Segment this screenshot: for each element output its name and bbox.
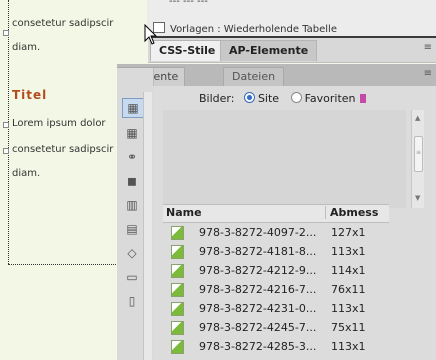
file-dims: 114x1 [331,264,366,277]
file-name: 978-3-8272-4231-0... [199,302,317,315]
strip-scrollbar[interactable] [143,92,152,360]
file-name: 978-3-8272-4097-2... [199,226,317,239]
file-name: 978-3-8272-4181-8... [199,245,317,258]
radio-site-label[interactable]: Site [258,92,279,105]
tab-dateien[interactable]: Dateien [223,67,285,86]
panel-top-strip: --- --- --- Vorlagen : Wiederholende Tab… [147,0,436,36]
scroll-thumb[interactable]: ≡ [414,136,423,172]
dotted-border-vertical [8,0,9,264]
script-icon[interactable]: ▤ [122,220,142,238]
image-file-icon [171,321,184,335]
flash-icon[interactable]: ◼ [122,172,142,190]
image-file-icon [171,302,184,316]
doc-text-line: diam. [12,168,41,179]
radio-favoriten-label[interactable]: Favoriten [305,92,356,105]
file-dims: 113x1 [331,340,366,353]
file-dims: 127x1 [331,226,366,239]
panel-menu-icon[interactable]: ≡ [424,68,432,79]
template-icon[interactable]: ▭ [122,268,142,286]
preview-scrollbar[interactable]: ▲ ≡ ▼ [411,110,424,208]
asset-file-table: Name Abmess 978-3-8272-4097-2... 127x1 97… [163,204,389,356]
file-dims: 113x1 [331,302,366,315]
grid-icon[interactable]: ▦ [122,124,142,142]
doc-heading: Titel [12,88,48,102]
table-header: Name Abmess [163,204,389,223]
link-icon[interactable]: ⚭ [122,148,142,166]
tab-css-stile[interactable]: CSS-Stile [150,40,225,61]
template-row-label: Vorlagen : Wiederholende Tabelle [170,24,337,35]
asset-preview [163,110,406,208]
file-dims: 76x11 [331,283,366,296]
image-file-icon [171,245,184,259]
doc-text-line: consetetur sadipscir [12,18,114,29]
table-row[interactable]: 978-3-8272-4231-0... 113x1 [163,299,389,318]
library-icon[interactable]: ◇ [122,244,142,262]
image-file-icon [171,226,184,240]
cut-off-row: --- --- --- [169,0,208,7]
scroll-up-icon[interactable]: ▲ [415,114,420,122]
table-handle[interactable] [3,122,9,128]
pointer-cursor-icon [144,24,158,45]
file-name: 978-3-8272-4285-3... [199,340,317,353]
table-row[interactable]: 978-3-8272-4181-8... 113x1 [163,242,389,261]
file-dims: 75x11 [331,321,366,334]
table-row[interactable]: 978-3-8272-4216-7... 76x11 [163,280,389,299]
assets-panel-tabbar: Elemente Dateien ≡ [117,64,436,87]
table-row[interactable]: 978-3-8272-4245-7... 75x11 [163,318,389,337]
radio-site[interactable] [243,92,255,103]
file-name: 978-3-8272-4216-7... [199,283,317,296]
bilder-label: Bilder: [199,92,235,105]
column-name[interactable]: Name [166,206,202,219]
asset-category-strip: ▦ ▦ ⚭ ◼ ▥ ▤ ◇ ▭ ▯ [117,68,154,360]
doc-text-line: consetetur sadipscir [12,144,114,155]
radio-favoriten[interactable] [290,92,302,103]
doc-text-line: Lorem ipsum dolor [12,118,106,129]
column-dimensions[interactable]: Abmess [325,206,378,219]
image-file-icon [171,264,184,278]
scroll-down-icon[interactable]: ▼ [415,194,420,202]
image-file-icon [171,283,184,297]
favorites-icon [359,94,366,103]
image-icon[interactable]: ▦ [122,98,144,118]
image-file-icon [171,340,184,354]
movie-icon[interactable]: ▥ [122,196,142,214]
table-row[interactable]: 978-3-8272-4212-9... 114x1 [163,261,389,280]
table-handle[interactable] [3,30,9,36]
table-row[interactable]: 978-3-8272-4285-3... 113x1 [163,337,389,356]
css-panel-tabbar: CSS-Stile AP-Elemente ≡ [148,36,436,63]
doc-text-line: diam. [12,42,41,53]
file-name: 978-3-8272-4212-9... [199,264,317,277]
table-handle[interactable] [3,148,9,154]
file-name: 978-3-8272-4245-7... [199,321,317,334]
book-icon[interactable]: ▯ [122,292,142,310]
panel-menu-icon[interactable]: ≡ [424,42,432,53]
template-row[interactable]: Vorlagen : Wiederholende Tabelle [153,22,337,35]
table-row[interactable]: 978-3-8272-4097-2... 127x1 [163,223,389,242]
file-dims: 113x1 [331,245,366,258]
bilder-filter: Bilder: Site Favoriten [199,92,366,105]
assets-panel: Bilder: Site Favoriten ▲ ≡ ▼ Name Abmess… [153,86,436,360]
tab-ap-elemente[interactable]: AP-Elemente [220,40,318,61]
